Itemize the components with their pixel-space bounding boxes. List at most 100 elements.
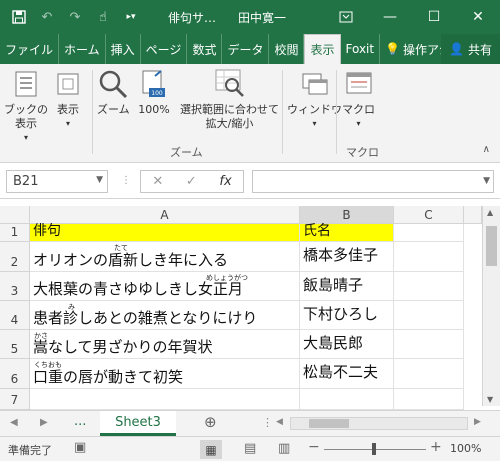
table-cell[interactable] (394, 301, 464, 330)
tab-page[interactable]: ページ (141, 34, 188, 64)
hscroll-right-icon[interactable]: ▶ (474, 417, 481, 427)
scrollbar-thumb[interactable] (486, 226, 497, 266)
scroll-tabs-right-icon[interactable]: ▶ (40, 417, 48, 428)
tab-formulas[interactable]: 数式 (187, 34, 223, 64)
vertical-scrollbar[interactable]: ▲ ▼ (482, 206, 500, 406)
column-header-a[interactable]: A (30, 206, 300, 224)
share-button[interactable]: 👤 共有 (441, 34, 500, 64)
tab-insert[interactable]: 挿入 (106, 34, 141, 64)
table-cell-b7[interactable] (300, 389, 394, 410)
chevron-down-icon[interactable]: ▼ (96, 175, 103, 185)
ribbon-options-icon[interactable] (324, 0, 368, 34)
window-button[interactable]: ウィンドウ ▾ (287, 68, 342, 131)
window-icon (299, 68, 331, 100)
table-cell-b1[interactable]: 氏名 (300, 223, 394, 242)
table-cell[interactable] (394, 330, 464, 359)
table-cell[interactable] (394, 224, 464, 242)
table-cell-a3[interactable]: めしょうがつ 大根葉の青さゆゆしきし女正月 (30, 272, 300, 301)
table-cell-b6[interactable]: 松島不二夫 (300, 359, 394, 389)
undo-icon[interactable]: ↶ (36, 6, 58, 28)
tab-review[interactable]: 校閲 (269, 34, 305, 64)
table-cell-a7[interactable] (30, 389, 300, 410)
name-box-value: B21 (13, 174, 39, 189)
macro-button[interactable]: マクロ ▾ (342, 68, 375, 131)
scroll-down-icon[interactable]: ▼ (487, 395, 493, 404)
split-handle[interactable]: ⋮ (262, 416, 273, 429)
column-header-c[interactable]: C (394, 206, 464, 224)
table-cell-b2[interactable]: 橋本多佳子 (300, 242, 394, 272)
table-cell-b5[interactable]: 大島民郎 (300, 330, 394, 359)
scroll-tabs-left-icon[interactable]: ◀ (10, 417, 18, 428)
ready-status: 準備完了 (8, 444, 52, 457)
sheet-tab-sheet3[interactable]: Sheet3 (100, 411, 176, 436)
hscroll-left-icon[interactable]: ◀ (276, 417, 283, 427)
macro-record-icon[interactable]: ▣ (74, 440, 86, 455)
insert-function-button[interactable]: fx (219, 174, 231, 189)
user-name[interactable]: 田中寛一 (238, 9, 286, 26)
page-break-icon[interactable]: ▥ (278, 441, 290, 456)
column-header-d[interactable] (464, 206, 482, 224)
row-header[interactable]: 4 (0, 301, 30, 330)
tab-home[interactable]: ホーム (59, 34, 106, 64)
table-cell-b4[interactable]: 下村ひろし (300, 301, 394, 330)
zoom-100-button[interactable]: 100 100% (138, 68, 170, 117)
horizontal-scrollbar[interactable] (290, 417, 468, 430)
table-cell-a4[interactable]: み 患者診しあとの雑煮となりにけり (30, 301, 300, 330)
row-header[interactable]: 1 (0, 224, 30, 242)
scroll-up-icon[interactable]: ▲ (487, 208, 493, 217)
more-icon: ⋮ (121, 175, 131, 186)
tab-view[interactable]: 表示 (304, 34, 341, 64)
tab-foxit[interactable]: Foxit (341, 34, 381, 64)
macro-label: マクロ (342, 103, 375, 116)
close-icon[interactable]: ✕ (456, 0, 500, 34)
book-view-button[interactable]: ブックの 表示 ▾ (4, 68, 48, 145)
table-cell-a2[interactable]: たて オリオンの盾新しき年に入る (30, 242, 300, 272)
row-header[interactable]: 5 (0, 330, 30, 359)
show-button[interactable]: 表示 ▾ (52, 68, 84, 131)
touch-mode-icon[interactable]: ☝ (92, 6, 114, 28)
maximize-icon[interactable]: ☐ (412, 0, 456, 34)
table-cell[interactable] (394, 389, 464, 410)
scrollbar-thumb[interactable] (309, 419, 349, 428)
row-header[interactable]: 3 (0, 272, 30, 301)
table-cell[interactable] (394, 272, 464, 301)
collapse-ribbon-icon[interactable]: ∧ (483, 144, 490, 155)
cancel-icon[interactable]: ✕ (152, 174, 163, 189)
row-header[interactable]: 2 (0, 242, 30, 272)
minimize-icon[interactable]: — (368, 0, 412, 34)
tab-file[interactable]: ファイル (0, 34, 60, 64)
page-layout-icon[interactable]: ▤ (244, 441, 256, 456)
zoom-button[interactable]: ズーム (97, 68, 130, 117)
table-cell-b3[interactable]: 飯島晴子 (300, 272, 394, 301)
name-box[interactable]: B21 ▼ (6, 170, 108, 193)
tab-data[interactable]: データ (222, 34, 270, 64)
zoom-percent[interactable]: 100% (450, 442, 481, 455)
table-cell-a1[interactable]: 俳句 (30, 223, 300, 242)
normal-view-icon[interactable]: ▦ (200, 440, 222, 459)
customize-toolbar-icon[interactable]: ▸▾ (120, 6, 142, 28)
ribbon-separator (282, 70, 283, 154)
formula-input[interactable] (252, 170, 494, 193)
haiku-text: 患者診しあとの雑煮となりにけり (33, 309, 258, 327)
table-cell[interactable] (394, 359, 464, 389)
enter-icon[interactable]: ✓ (186, 174, 197, 189)
row-header[interactable]: 6 (0, 359, 30, 389)
zoom-out-icon[interactable]: − (308, 439, 320, 455)
zoom-slider-thumb[interactable] (372, 443, 376, 455)
zoom-to-selection-button[interactable]: 選択範囲に合わせて 拡大/縮小 (180, 68, 279, 131)
new-sheet-icon[interactable]: ⊕ (204, 413, 217, 431)
ribbon-separator (92, 70, 93, 154)
table-cell[interactable] (394, 242, 464, 272)
row-header[interactable]: 7 (0, 389, 30, 410)
zoom-slider[interactable] (324, 443, 426, 455)
window-title: 俳句サ… (168, 10, 217, 25)
table-cell-a5[interactable]: かさ 嵩なして男ざかりの年賀状 (30, 330, 300, 359)
select-all-corner[interactable] (0, 206, 30, 224)
redo-icon[interactable]: ↷ (64, 6, 86, 28)
expand-formula-icon[interactable]: ▼ (483, 176, 490, 186)
more-sheets-button[interactable]: ... (74, 414, 86, 429)
table-cell-a6[interactable]: くちおも 口重の唇が動きて初笑 (30, 359, 300, 389)
zoom-in-icon[interactable]: + (430, 439, 442, 455)
save-icon[interactable] (8, 6, 30, 28)
macro-icon (343, 68, 375, 100)
